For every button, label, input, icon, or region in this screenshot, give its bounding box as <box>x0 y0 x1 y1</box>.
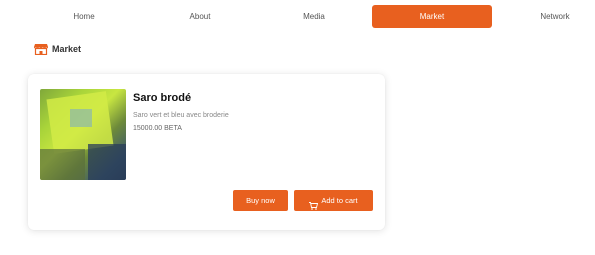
add-to-cart-label: Add to cart <box>321 196 358 205</box>
nav-item-about[interactable]: About <box>168 5 232 28</box>
product-name: Saro brodé <box>133 92 192 104</box>
top-navigation: Home About Media Market Network <box>0 5 595 28</box>
nav-item-media[interactable]: Media <box>282 5 346 28</box>
nav-item-market[interactable]: Market <box>372 5 492 28</box>
product-card[interactable]: Saro brodé Saro vert et bleu avec broder… <box>28 74 385 230</box>
nav-item-network[interactable]: Network <box>520 5 590 28</box>
product-image[interactable] <box>40 89 126 180</box>
buy-now-button[interactable]: Buy now <box>233 190 288 211</box>
section-heading: Market <box>33 42 82 56</box>
storefront-icon <box>33 43 49 56</box>
product-price: 15000.00 BETA <box>133 125 182 132</box>
cart-icon <box>309 197 319 210</box>
product-description: Saro vert et bleu avec broderie <box>133 112 229 119</box>
add-to-cart-button[interactable]: Add to cart <box>294 190 373 211</box>
section-title: Market <box>52 44 82 54</box>
nav-item-home[interactable]: Home <box>52 5 116 28</box>
